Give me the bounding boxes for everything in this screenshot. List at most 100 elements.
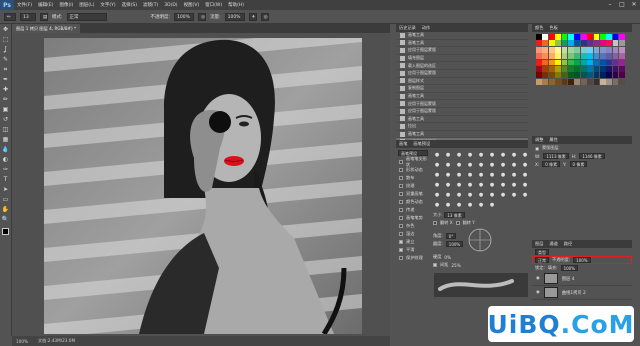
- menu-file[interactable]: 文件(F): [14, 2, 35, 8]
- tab-actions[interactable]: 动作: [422, 24, 430, 32]
- menu-layer[interactable]: 图层(L): [76, 2, 97, 8]
- history-item[interactable]: 拉出: [396, 123, 528, 131]
- color-swatch[interactable]: [619, 53, 625, 59]
- brush-tip[interactable]: ●: [465, 200, 475, 209]
- color-swatch[interactable]: [536, 72, 542, 79]
- color-swatch[interactable]: [612, 34, 619, 40]
- color-swatch[interactable]: [567, 65, 574, 72]
- menu-image[interactable]: 图像(I): [56, 2, 76, 8]
- color-swatch[interactable]: [542, 40, 549, 47]
- color-swatch[interactable]: [536, 53, 542, 59]
- tool-preset-picker[interactable]: ✏: [4, 12, 16, 21]
- color-swatch[interactable]: [555, 40, 561, 47]
- brush-tip[interactable]: ●: [509, 170, 519, 179]
- color-swatch[interactable]: [612, 78, 619, 85]
- angle-field[interactable]: 0°: [445, 233, 457, 239]
- brush-tip[interactable]: ●: [520, 160, 530, 169]
- layer-opacity-input[interactable]: 100%: [573, 257, 591, 263]
- zoom-icon[interactable]: 🔍: [2, 216, 10, 224]
- w-field[interactable]: 1113 像素: [543, 153, 569, 159]
- color-swatch[interactable]: [574, 59, 581, 66]
- menu-select[interactable]: 选择(S): [119, 2, 140, 8]
- brush-tip[interactable]: ●: [465, 150, 475, 159]
- brush-option-checkbox[interactable]: [399, 192, 403, 196]
- brush-tip[interactable]: ●: [487, 160, 497, 169]
- color-swatch[interactable]: [599, 65, 606, 72]
- color-swatch[interactable]: [548, 40, 555, 47]
- color-swatch[interactable]: [542, 34, 549, 40]
- move-icon[interactable]: ✥: [2, 26, 10, 34]
- brush-tip[interactable]: ●: [520, 150, 530, 159]
- color-swatch[interactable]: [555, 34, 561, 40]
- brush-option-item[interactable]: 双重画笔: [396, 190, 430, 198]
- color-swatch[interactable]: [574, 46, 581, 53]
- fill-input[interactable]: 100%: [560, 265, 579, 271]
- lasso-icon[interactable]: ʆ: [2, 46, 10, 54]
- visibility-eye-icon[interactable]: ◉: [536, 276, 540, 281]
- color-swatch[interactable]: [542, 59, 549, 66]
- color-swatch[interactable]: [580, 46, 587, 53]
- layer-row[interactable]: ◉ 图层 4: [532, 272, 632, 286]
- tab-paths[interactable]: 路径: [564, 240, 572, 248]
- color-swatch[interactable]: [587, 40, 593, 47]
- x-field[interactable]: 0 像素: [542, 161, 561, 167]
- color-swatch[interactable]: [536, 34, 542, 40]
- layer-filter-kind[interactable]: 类型: [535, 249, 549, 255]
- brush-tip[interactable]: ●: [432, 150, 442, 159]
- quickselect-icon[interactable]: ✎: [2, 56, 10, 64]
- color-swatch[interactable]: [587, 34, 593, 40]
- color-swatch[interactable]: [555, 78, 561, 85]
- roundness-field[interactable]: 100%: [445, 241, 464, 247]
- color-swatch[interactable]: [619, 78, 625, 85]
- color-swatch[interactable]: [542, 46, 549, 53]
- brush-option-checkbox[interactable]: [399, 224, 403, 228]
- color-swatch[interactable]: [580, 34, 587, 40]
- brush-tip[interactable]: ●: [432, 180, 442, 189]
- color-swatch[interactable]: [580, 72, 587, 79]
- color-swatch[interactable]: [587, 59, 593, 66]
- color-swatch[interactable]: [580, 59, 587, 66]
- color-swatch[interactable]: [567, 40, 574, 47]
- color-swatch[interactable]: [548, 34, 555, 40]
- brush-option-checkbox[interactable]: [399, 240, 403, 244]
- history-item[interactable]: 画笔工具: [396, 93, 528, 101]
- canvas-photo[interactable]: [44, 38, 362, 334]
- history-item[interactable]: 画笔工具: [396, 116, 528, 124]
- tab-history[interactable]: 历史记录: [399, 24, 416, 32]
- color-swatch[interactable]: [567, 72, 574, 79]
- brush-option-item[interactable]: 湿边: [396, 230, 430, 238]
- color-swatch[interactable]: [612, 40, 619, 47]
- y-field[interactable]: 0 像素: [569, 161, 588, 167]
- color-swatch[interactable]: [606, 59, 613, 66]
- brush-tip[interactable]: ●: [487, 200, 497, 209]
- color-swatch[interactable]: [567, 78, 574, 85]
- flip-x-checkbox[interactable]: [433, 221, 437, 225]
- brush-tip[interactable]: ●: [454, 200, 464, 209]
- color-swatch[interactable]: [599, 72, 606, 79]
- brush-option-item[interactable]: 杂色: [396, 222, 430, 230]
- color-swatch[interactable]: [593, 78, 600, 85]
- color-swatch[interactable]: [599, 78, 606, 85]
- menu-edit[interactable]: 编辑(E): [35, 2, 56, 8]
- brush-tip[interactable]: ●: [487, 170, 497, 179]
- layer-row[interactable]: ◉ 曲线1拷贝 2: [532, 286, 632, 300]
- brush-tip[interactable]: ●: [498, 170, 508, 179]
- brush-tip[interactable]: ●: [509, 190, 519, 199]
- color-swatch[interactable]: [536, 78, 542, 85]
- shape-icon[interactable]: ▭: [2, 196, 10, 204]
- mode-select[interactable]: 正常: [66, 12, 107, 21]
- history-item[interactable]: 应用于图层蒙版: [396, 70, 528, 78]
- color-swatch[interactable]: [599, 53, 606, 59]
- color-swatch[interactable]: [561, 46, 568, 53]
- flow-input[interactable]: 100%: [224, 12, 245, 21]
- pen-icon[interactable]: ✑: [2, 166, 10, 174]
- brush-tip[interactable]: ●: [454, 190, 464, 199]
- color-swatch[interactable]: [619, 46, 625, 53]
- brush-option-checkbox[interactable]: [399, 160, 403, 164]
- history-item[interactable]: 应用于图层蒙版: [396, 108, 528, 116]
- eraser-icon[interactable]: ◫: [2, 126, 10, 134]
- color-swatch[interactable]: [593, 46, 600, 53]
- color-swatch[interactable]: [567, 46, 574, 53]
- color-swatch[interactable]: [593, 40, 600, 47]
- color-swatch[interactable]: [599, 34, 606, 40]
